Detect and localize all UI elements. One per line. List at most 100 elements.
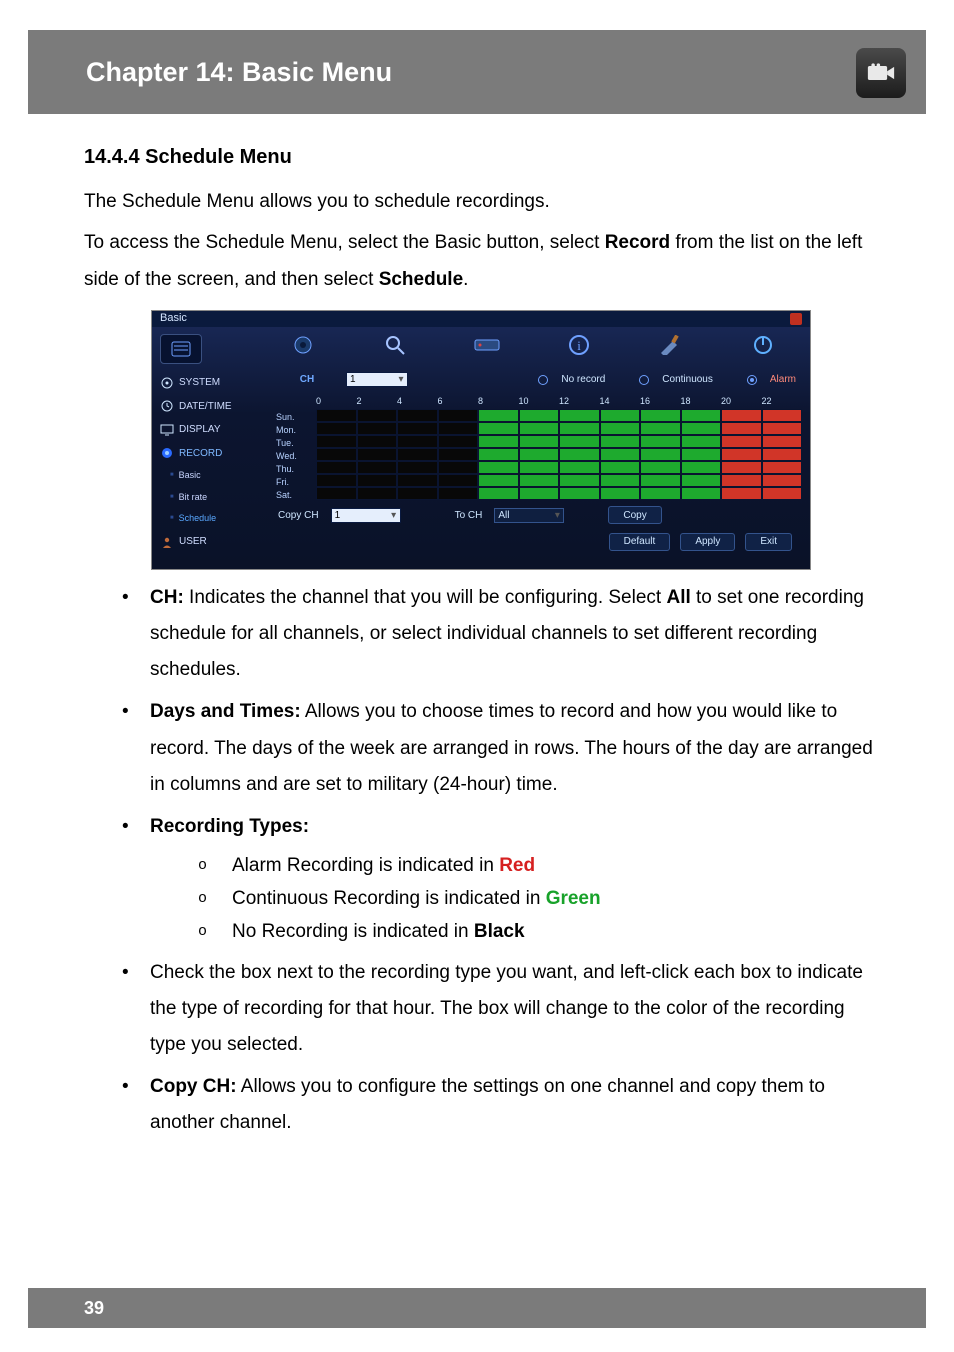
schedule-cell[interactable] (640, 409, 681, 422)
schedule-cell[interactable] (640, 461, 681, 474)
schedule-cell[interactable] (519, 435, 560, 448)
close-icon[interactable] (790, 313, 802, 325)
schedule-cell[interactable] (357, 409, 398, 422)
copy-to-select[interactable]: All▾ (494, 508, 564, 523)
schedule-cell[interactable] (681, 435, 722, 448)
schedule-cell[interactable] (559, 422, 600, 435)
tools-icon[interactable] (654, 331, 688, 359)
schedule-cell[interactable] (316, 409, 357, 422)
schedule-cell[interactable] (640, 448, 681, 461)
schedule-cell[interactable] (640, 487, 681, 500)
schedule-cell[interactable] (478, 474, 519, 487)
schedule-cell[interactable] (600, 422, 641, 435)
schedule-cell[interactable] (438, 448, 479, 461)
schedule-cell[interactable] (721, 422, 762, 435)
schedule-cell[interactable] (357, 422, 398, 435)
schedule-cell[interactable] (478, 435, 519, 448)
schedule-cell[interactable] (721, 409, 762, 422)
schedule-cell[interactable] (316, 448, 357, 461)
schedule-cell[interactable] (559, 448, 600, 461)
schedule-cell[interactable] (316, 461, 357, 474)
schedule-cell[interactable] (519, 487, 560, 500)
schedule-cell[interactable] (640, 422, 681, 435)
schedule-cell[interactable] (478, 409, 519, 422)
schedule-cell[interactable] (600, 474, 641, 487)
copy-from-select[interactable]: 1▾ (331, 508, 401, 523)
schedule-cell[interactable] (519, 422, 560, 435)
schedule-cell[interactable] (397, 474, 438, 487)
schedule-cell[interactable] (438, 474, 479, 487)
schedule-cell[interactable] (357, 487, 398, 500)
schedule-cell[interactable] (397, 487, 438, 500)
schedule-cell[interactable] (397, 435, 438, 448)
schedule-cell[interactable] (357, 435, 398, 448)
schedule-cell[interactable] (397, 409, 438, 422)
schedule-cell[interactable] (640, 474, 681, 487)
schedule-cell[interactable] (600, 461, 641, 474)
schedule-cell[interactable] (316, 422, 357, 435)
schedule-cell[interactable] (357, 461, 398, 474)
schedule-cell[interactable] (478, 461, 519, 474)
schedule-cell[interactable] (681, 448, 722, 461)
schedule-cell[interactable] (681, 422, 722, 435)
radio-continuous[interactable] (639, 375, 649, 385)
schedule-cell[interactable] (762, 474, 803, 487)
schedule-cell[interactable] (357, 448, 398, 461)
schedule-cell[interactable] (559, 474, 600, 487)
schedule-cell[interactable] (397, 448, 438, 461)
schedule-cell[interactable] (762, 448, 803, 461)
schedule-cell[interactable] (519, 448, 560, 461)
schedule-cell[interactable] (438, 435, 479, 448)
magnify-icon[interactable] (378, 331, 412, 359)
schedule-cell[interactable] (721, 461, 762, 474)
schedule-cell[interactable] (600, 409, 641, 422)
sidebar-sub-bitrate[interactable]: Bit rate (168, 487, 268, 509)
schedule-cell[interactable] (640, 435, 681, 448)
schedule-cell[interactable] (438, 409, 479, 422)
schedule-cell[interactable] (478, 448, 519, 461)
schedule-cell[interactable] (316, 435, 357, 448)
schedule-cell[interactable] (559, 461, 600, 474)
power-icon[interactable] (746, 331, 780, 359)
schedule-cell[interactable] (762, 422, 803, 435)
schedule-cell[interactable] (681, 461, 722, 474)
radio-norecord[interactable] (538, 375, 548, 385)
schedule-cell[interactable] (721, 474, 762, 487)
schedule-cell[interactable] (600, 448, 641, 461)
schedule-cell[interactable] (762, 409, 803, 422)
default-button[interactable]: Default (609, 533, 671, 551)
schedule-cell[interactable] (438, 461, 479, 474)
harddrive-icon[interactable] (470, 331, 504, 359)
lens-icon[interactable] (286, 331, 320, 359)
schedule-cell[interactable] (721, 487, 762, 500)
schedule-cell[interactable] (316, 487, 357, 500)
sidebar-item-record[interactable]: RECORD (158, 442, 268, 466)
schedule-cell[interactable] (519, 461, 560, 474)
apply-button[interactable]: Apply (680, 533, 735, 551)
schedule-cell[interactable] (681, 487, 722, 500)
schedule-cell[interactable] (397, 422, 438, 435)
schedule-cell[interactable] (438, 422, 479, 435)
schedule-cell[interactable] (600, 487, 641, 500)
schedule-cell[interactable] (438, 487, 479, 500)
exit-button[interactable]: Exit (745, 533, 792, 551)
schedule-cell[interactable] (478, 422, 519, 435)
info-icon[interactable]: i (562, 331, 596, 359)
copy-button[interactable]: Copy (608, 506, 661, 524)
schedule-cell[interactable] (762, 435, 803, 448)
schedule-cell[interactable] (316, 474, 357, 487)
radio-alarm[interactable] (747, 375, 757, 385)
home-icon[interactable] (160, 334, 202, 364)
sidebar-sub-schedule[interactable]: Schedule (168, 508, 268, 530)
schedule-cell[interactable] (559, 487, 600, 500)
schedule-cell[interactable] (600, 435, 641, 448)
schedule-cell[interactable] (721, 435, 762, 448)
schedule-cell[interactable] (519, 474, 560, 487)
schedule-cell[interactable] (519, 409, 560, 422)
ch-select[interactable]: 1▾ (346, 372, 408, 387)
schedule-cell[interactable] (397, 461, 438, 474)
schedule-cell[interactable] (357, 474, 398, 487)
schedule-cell[interactable] (559, 435, 600, 448)
schedule-cell[interactable] (681, 474, 722, 487)
schedule-cell[interactable] (721, 448, 762, 461)
